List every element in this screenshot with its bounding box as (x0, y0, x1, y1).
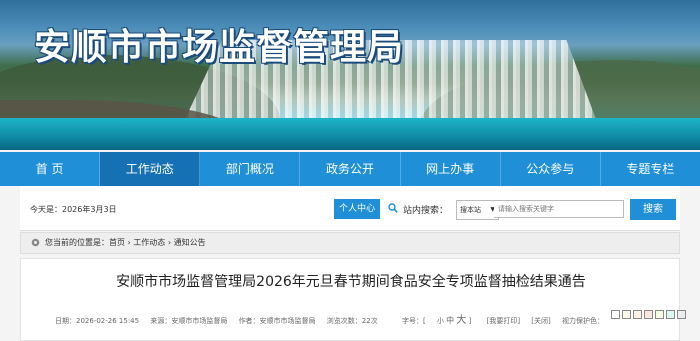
nav-item-special-topics[interactable]: 专题专栏 (601, 152, 700, 186)
eye-color-swatch[interactable] (655, 310, 664, 319)
search-icon (388, 203, 398, 213)
close-button[interactable]: [关闭] (531, 317, 550, 325)
location-icon (31, 238, 40, 247)
breadcrumb-separator: › (167, 238, 172, 247)
font-large-button[interactable]: 大 (456, 315, 466, 326)
personal-center-button[interactable]: 个人中心 (334, 199, 380, 219)
search-button[interactable]: 搜索 (630, 199, 676, 220)
breadcrumb-home[interactable]: 首页 (109, 238, 125, 247)
site-banner: 安顺市市场监督管理局 (0, 0, 700, 150)
site-search-label: 站内搜索： (403, 206, 449, 216)
main-nav: 首 页 工作动态 部门概况 政务公开 网上办事 公众参与 专题专栏 (0, 152, 700, 186)
print-button[interactable]: [我要打印] (487, 317, 520, 325)
search-scope-value: 搜本站 (460, 206, 481, 214)
breadcrumb-notices[interactable]: 通知公告 (174, 238, 206, 247)
article-date: 日期：2026-02-26 15:45 (55, 317, 140, 325)
article-meta: 日期：2026-02-26 15:45 来源：安顺市市场监督局 作者：安顺市市场… (55, 311, 613, 326)
eye-protect-label: 视力保护色： (562, 317, 604, 325)
nav-item-home[interactable]: 首 页 (0, 152, 101, 186)
eye-color-swatch[interactable] (677, 310, 686, 319)
today-date: 今天是：2026年3月3日 (30, 205, 117, 214)
article-author: 作者：安顺市市场监督局 (238, 317, 316, 325)
toolbar: 今天是：2026年3月3日 个人中心 站内搜索： 搜本站 ▼ 搜索 (20, 186, 680, 231)
eye-color-swatches (611, 310, 686, 319)
nav-item-gov-affairs[interactable]: 政务公开 (300, 152, 401, 186)
site-title: 安顺市市场监督管理局 (34, 27, 405, 68)
search-scope-select[interactable]: 搜本站 ▼ (456, 200, 499, 220)
font-size-label: 字号：[ (401, 317, 426, 325)
eye-color-swatch[interactable] (633, 310, 642, 319)
article-title: 安顺市市场监督管理局2026年元旦春节期间食品安全专项监督抽检结果通告 (116, 274, 586, 290)
nav-item-online-service[interactable]: 网上办事 (401, 152, 501, 186)
breadcrumb-prefix: 您当前的位置是： (45, 238, 109, 247)
article-source: 来源：安顺市市场监督局 (150, 317, 228, 325)
search-input[interactable] (494, 200, 624, 218)
breadcrumb-separator: › (127, 238, 131, 247)
nav-item-department[interactable]: 部门概况 (200, 152, 301, 186)
eye-color-swatch[interactable] (622, 310, 631, 319)
font-small-button[interactable]: 小 (437, 317, 444, 325)
font-size-close: ] (468, 317, 472, 325)
eye-color-swatch[interactable] (666, 310, 675, 319)
eye-color-swatch[interactable] (644, 310, 653, 319)
breadcrumb: 您当前的位置是：首页 › 工作动态 › 通知公告 (20, 232, 680, 254)
banner-pool (0, 118, 700, 150)
article-panel: 安顺市市场监督管理局2026年元旦春节期间食品安全专项监督抽检结果通告 日期：2… (20, 258, 686, 341)
breadcrumb-work-news[interactable]: 工作动态 (133, 238, 165, 247)
nav-item-public-participation[interactable]: 公众参与 (501, 152, 601, 186)
font-medium-button[interactable]: 中 (446, 316, 454, 325)
eye-color-swatch[interactable] (611, 310, 620, 319)
nav-item-work-news[interactable]: 工作动态 (100, 152, 201, 186)
article-views: 浏览次数：22次 (326, 317, 378, 325)
